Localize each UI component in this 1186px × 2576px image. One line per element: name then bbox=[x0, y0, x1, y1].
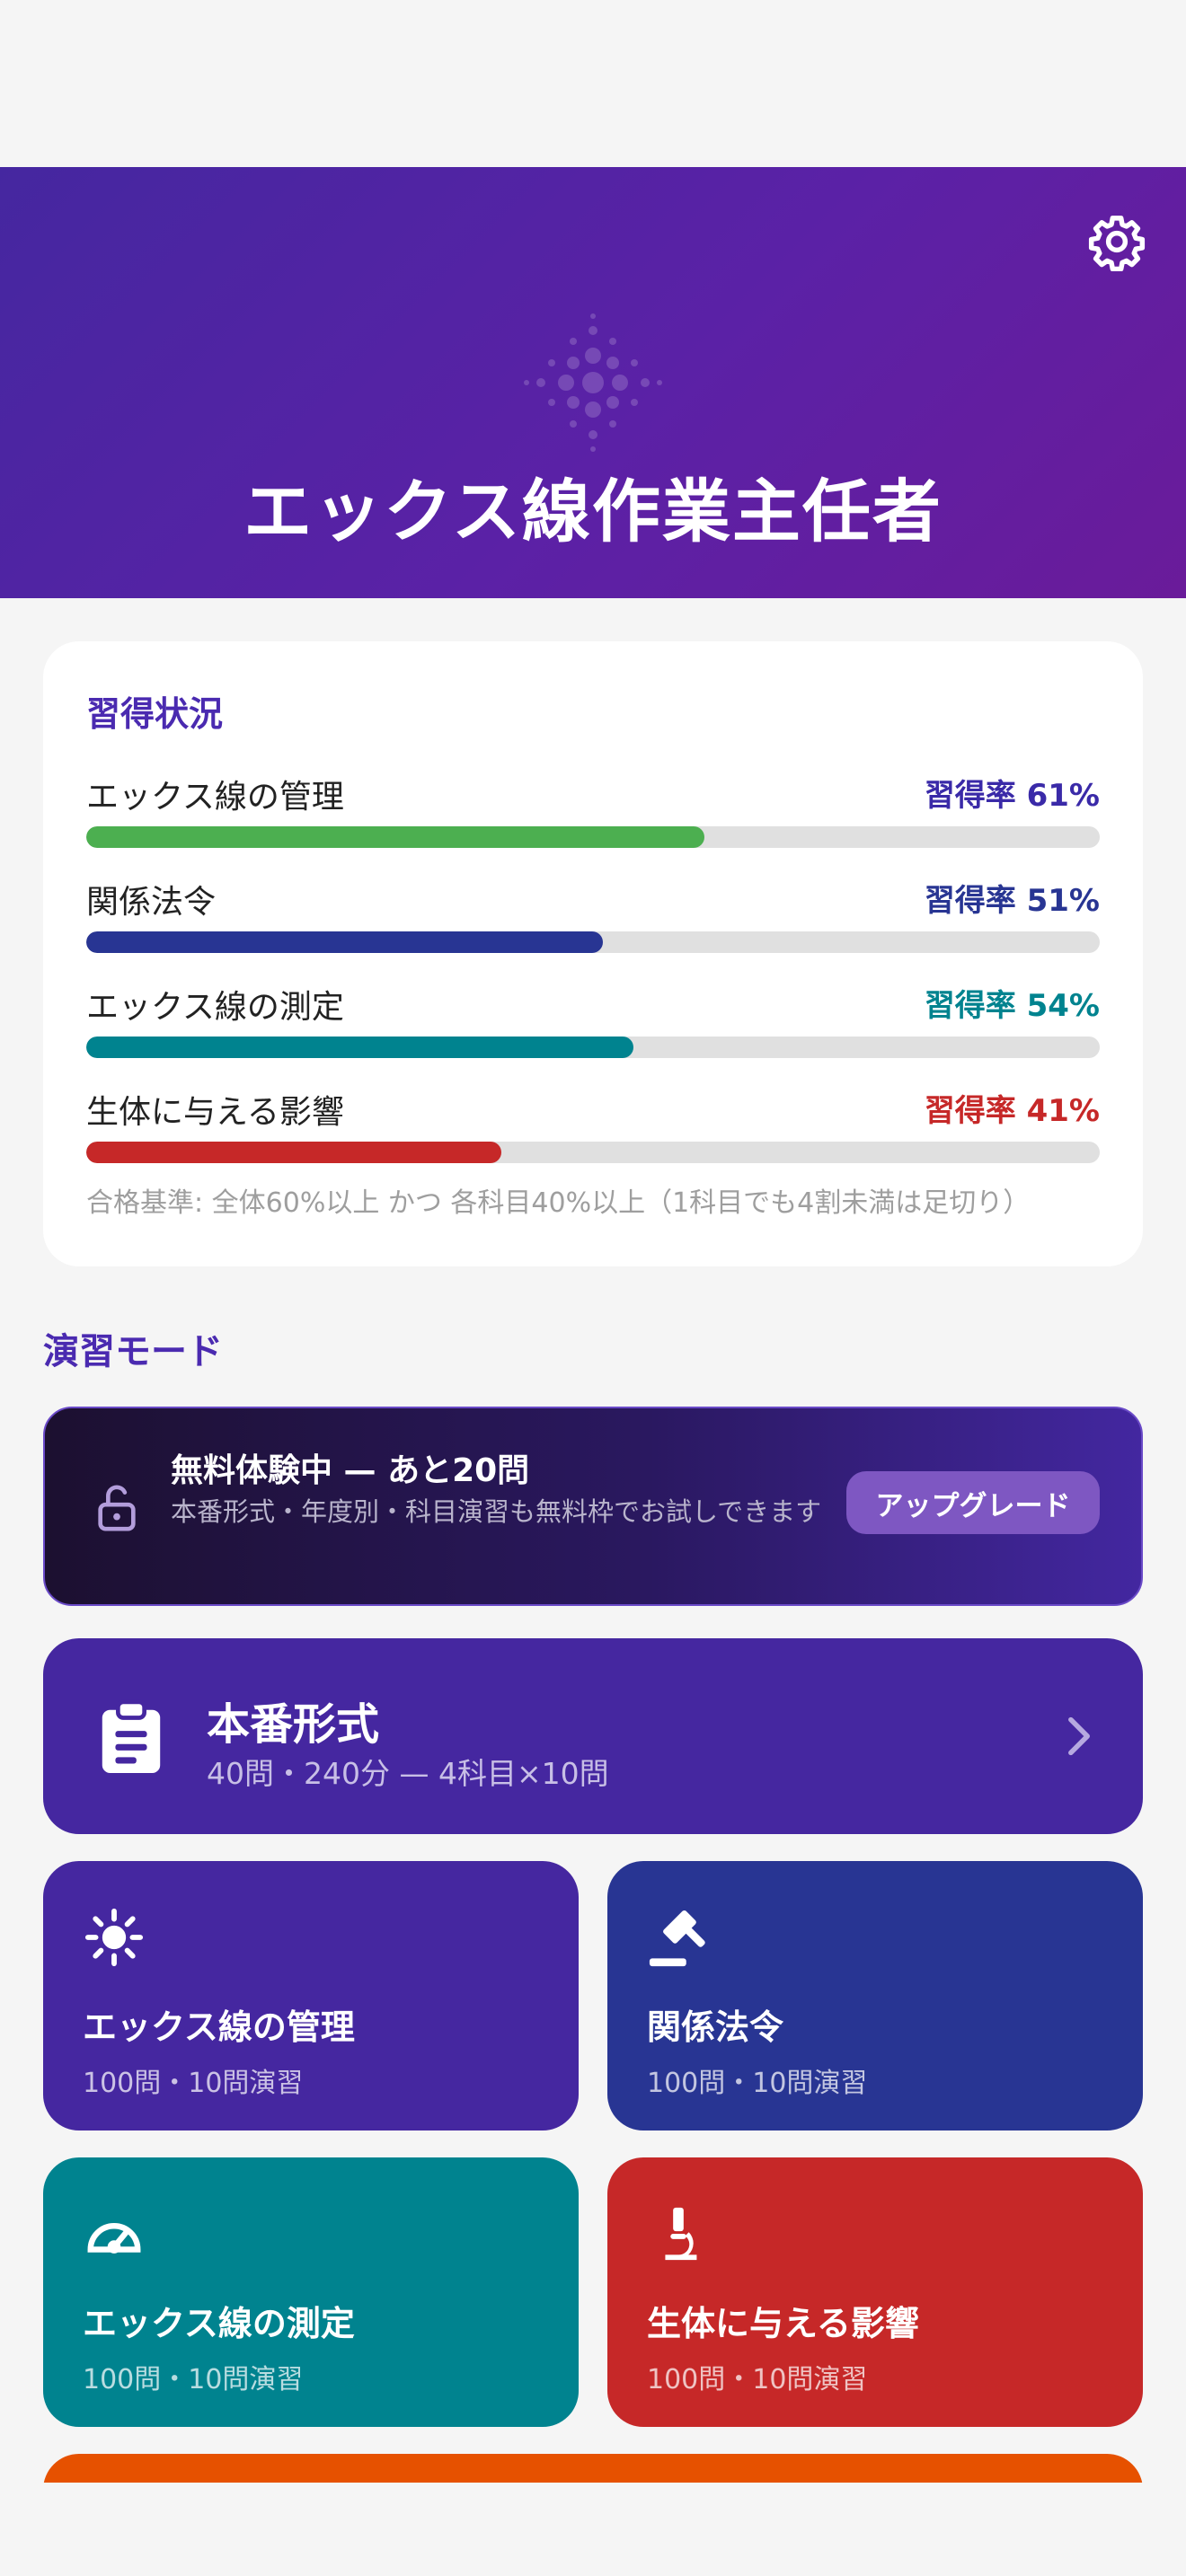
subject-subtitle: 100問・10問演習 bbox=[647, 2364, 868, 2395]
exam-mode-card[interactable]: 本番形式 40問・240分 — 4科目×10問 bbox=[43, 1638, 1143, 1834]
progress-track bbox=[86, 1037, 1100, 1058]
lock-open-icon bbox=[98, 1485, 136, 1531]
progress-label: 関係法令 bbox=[86, 884, 217, 921]
exam-mode-title: 本番形式 bbox=[207, 1699, 380, 1750]
practice-title: 演習モード bbox=[43, 1331, 223, 1372]
progress-fill bbox=[86, 1142, 502, 1163]
progress-fill bbox=[86, 1037, 634, 1058]
progress-rate: 習得率 41% bbox=[924, 1093, 1100, 1129]
progress-title: 習得状況 bbox=[86, 694, 224, 734]
subject-title: 生体に与える影響 bbox=[647, 2304, 919, 2343]
app-title: エックス線作業主任者 bbox=[243, 472, 943, 551]
app-header: エックス線作業主任者 bbox=[0, 167, 1186, 598]
subject-subtitle: 100問・10問演習 bbox=[647, 2068, 868, 2099]
subject-subtitle: 100問・10問演習 bbox=[83, 2364, 304, 2395]
upgrade-button[interactable]: アップグレード bbox=[846, 1471, 1100, 1534]
progress-track bbox=[86, 1142, 1100, 1163]
radiation-dots-icon bbox=[524, 313, 662, 452]
progress-fill bbox=[86, 826, 705, 848]
gavel-icon bbox=[649, 1910, 705, 1967]
exam-mode-subtitle: 40問・240分 — 4科目×10問 bbox=[207, 1756, 609, 1791]
subject-title: エックス線の管理 bbox=[83, 2007, 355, 2047]
subject-title: エックス線の測定 bbox=[83, 2304, 355, 2343]
progress-label: エックス線の管理 bbox=[86, 779, 344, 816]
subject-card-measurement[interactable]: エックス線の測定 100問・10問演習 bbox=[43, 2157, 579, 2427]
progress-rate: 習得率 51% bbox=[924, 883, 1100, 919]
progress-card: 習得状況 エックス線の管理 習得率 61% 関係法令 習得率 51% エックス線… bbox=[43, 641, 1143, 1266]
progress-track bbox=[86, 826, 1100, 848]
trial-title: 無料体験中 — あと20問 bbox=[171, 1452, 530, 1489]
progress-fill bbox=[86, 931, 604, 953]
progress-rate: 習得率 54% bbox=[924, 988, 1100, 1024]
radiation-sun-icon bbox=[84, 1908, 144, 1967]
subject-card-management[interactable]: エックス線の管理 100問・10問演習 bbox=[43, 1861, 579, 2130]
subject-subtitle: 100問・10問演習 bbox=[83, 2068, 304, 2099]
progress-track bbox=[86, 931, 1100, 953]
screen-bottom bbox=[0, 2483, 1186, 2576]
progress-label: エックス線の測定 bbox=[86, 989, 344, 1026]
subject-title: 関係法令 bbox=[647, 2007, 784, 2047]
subject-card-law[interactable]: 関係法令 100問・10問演習 bbox=[607, 1861, 1143, 2130]
progress-label: 生体に与える影響 bbox=[86, 1094, 344, 1131]
microscope-icon bbox=[665, 2207, 697, 2261]
subject-card-biology[interactable]: 生体に与える影響 100問・10問演習 bbox=[607, 2157, 1143, 2427]
gear-icon[interactable] bbox=[1087, 212, 1146, 271]
trial-banner: 無料体験中 — あと20問 本番形式・年度別・科目演習も無料枠でお試しできます … bbox=[43, 1407, 1143, 1606]
chevron-right-icon bbox=[1068, 1716, 1090, 1756]
trial-description: 本番形式・年度別・科目演習も無料枠でお試しできます bbox=[171, 1496, 822, 1527]
gauge-icon bbox=[87, 2223, 141, 2254]
pass-criteria: 合格基準: 全体60%以上 かつ 各科目40%以上（1科目でも4割未満は足切り） bbox=[86, 1187, 1031, 1219]
progress-rate: 習得率 61% bbox=[924, 778, 1100, 814]
clipboard-icon bbox=[102, 1699, 161, 1773]
